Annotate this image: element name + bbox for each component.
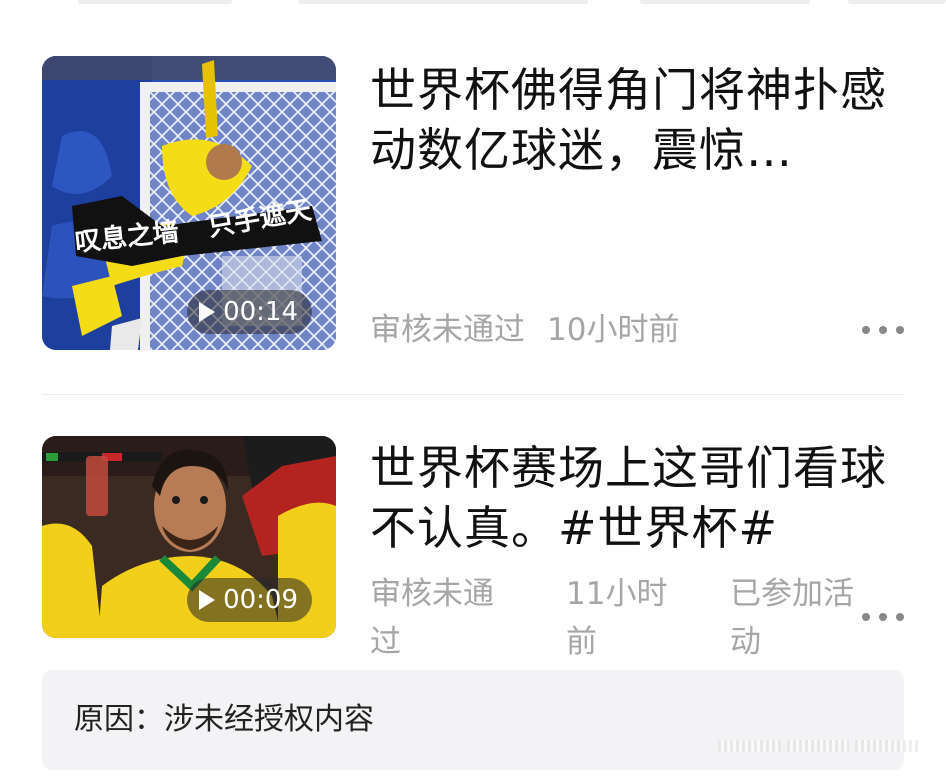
video-thumbnail[interactable]: 00:09	[42, 436, 336, 638]
publish-time: 10小时前	[547, 312, 680, 348]
video-duration-badge: 00:14	[187, 290, 312, 334]
activity-badge: 已参加活动	[730, 576, 854, 660]
video-duration-badge: 00:09	[187, 578, 312, 622]
list-item[interactable]: 叹息之墙 只手遮天 00:14 世界杯佛得角门将神扑感动数亿球迷，震惊… 审核未…	[42, 56, 904, 352]
video-duration: 00:09	[223, 585, 298, 615]
video-thumbnail[interactable]: 叹息之墙 只手遮天 00:14	[42, 56, 336, 350]
more-icon[interactable]	[862, 325, 904, 335]
item-meta: 审核未通过 10小时前	[370, 308, 679, 352]
play-icon	[199, 302, 216, 322]
publish-time: 11小时前	[566, 576, 668, 660]
content-list: 叹息之墙 只手遮天 00:14 世界杯佛得角门将神扑感动数亿球迷，震惊… 审核未…	[0, 0, 946, 782]
review-status: 审核未通过	[370, 312, 525, 348]
rejection-reason-text: 原因：涉未经授权内容	[74, 702, 374, 737]
item-meta: 审核未通过 11小时前 已参加活动	[370, 570, 910, 666]
rejection-reason: 原因：涉未经授权内容	[42, 670, 904, 770]
item-title[interactable]: 世界杯佛得角门将神扑感动数亿球迷，震惊…	[370, 60, 900, 180]
divider	[42, 394, 904, 395]
scroll-indicator	[718, 740, 919, 752]
play-icon	[199, 590, 216, 610]
list-item[interactable]: 00:09 世界杯赛场上这哥们看球不认真。#世界杯# 审核未通过 11小时前 已…	[42, 436, 904, 660]
more-icon[interactable]	[862, 612, 904, 622]
video-duration: 00:14	[223, 297, 298, 327]
review-status: 审核未通过	[370, 576, 494, 660]
item-title[interactable]: 世界杯赛场上这哥们看球不认真。#世界杯#	[370, 438, 900, 558]
